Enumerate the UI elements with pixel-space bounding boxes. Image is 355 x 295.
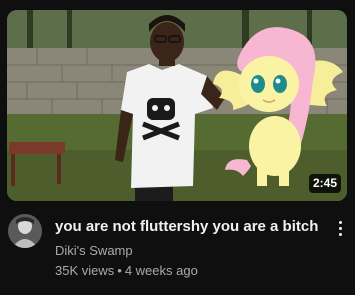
channel-avatar[interactable]: [8, 214, 42, 248]
menu-dot: [338, 220, 342, 224]
video-title[interactable]: you are not fluttershy you are a bitch: [55, 217, 325, 237]
video-metadata: 35K views • 4 weeks ago: [55, 262, 198, 279]
vertical-ellipsis-icon[interactable]: [331, 217, 349, 239]
thumbnail-image: [7, 10, 347, 201]
view-count: 35K views: [55, 263, 115, 278]
video-card[interactable]: 2:45 you are not fluttershy you are a bi…: [0, 0, 355, 295]
video-thumbnail[interactable]: 2:45: [7, 10, 347, 201]
channel-avatar-image: [8, 214, 42, 248]
menu-dot: [338, 226, 342, 230]
video-duration-badge: 2:45: [308, 174, 341, 193]
menu-dot: [338, 232, 342, 236]
upload-age: 4 weeks ago: [124, 263, 198, 278]
channel-name[interactable]: Diki's Swamp: [55, 242, 133, 259]
metadata-separator: •: [117, 263, 122, 278]
